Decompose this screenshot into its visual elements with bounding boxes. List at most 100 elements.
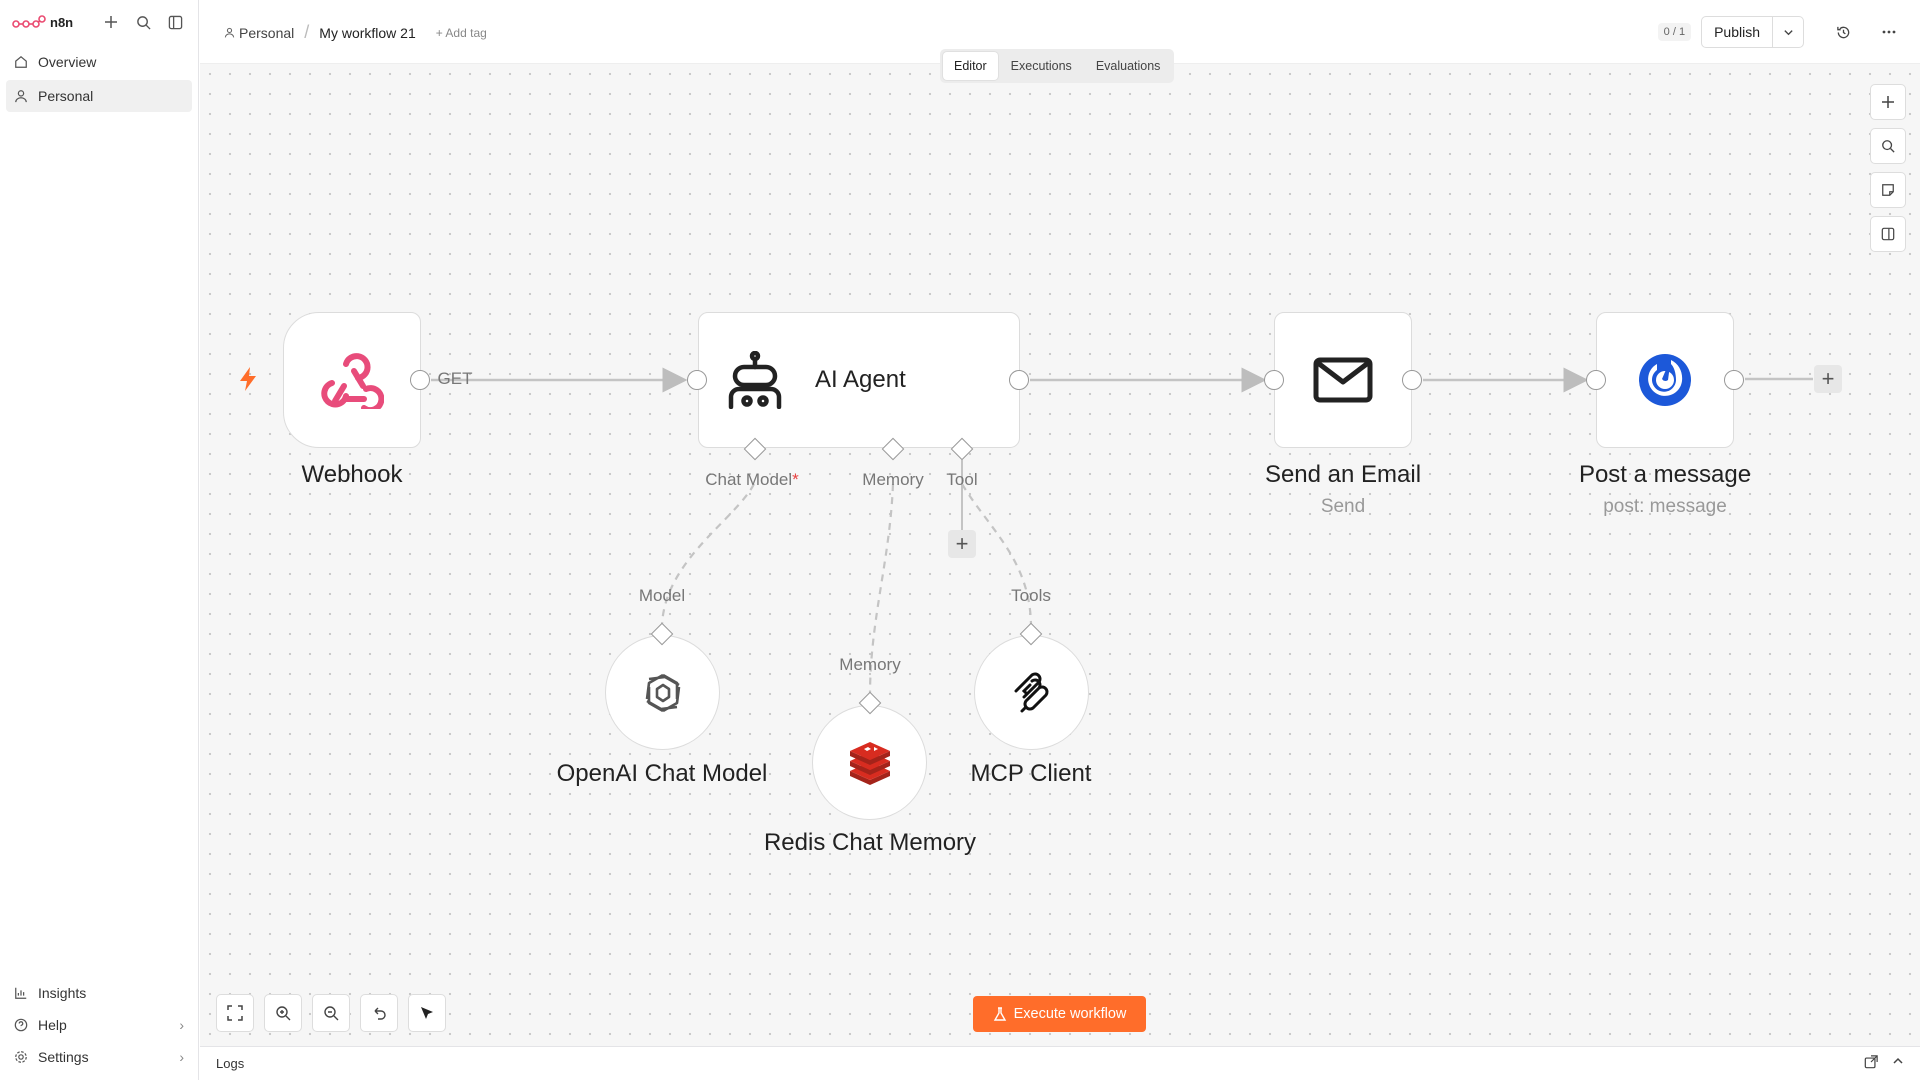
add-tag-button[interactable]: + Add tag [436,26,487,40]
sidebar-item-insights[interactable]: Insights [6,978,192,1008]
mcp-port-label: Tools [1011,586,1051,605]
sidebar-item-label: Settings [38,1049,89,1065]
workflow-name[interactable]: My workflow 21 [319,25,415,41]
post-message-node-title: Post a message [1578,461,1752,488]
chat-model-port-label: Chat Model* [705,470,799,489]
fit-view-icon[interactable] [216,994,254,1032]
sidebar-item-label: Help [38,1017,67,1033]
side-panel-icon[interactable] [1870,216,1906,252]
add-node-icon[interactable] [1870,84,1906,120]
chevron-up-icon[interactable] [1892,1055,1904,1072]
sidebar-item-label: Insights [38,985,87,1001]
chart-icon [15,987,27,999]
sidebar-item-help[interactable]: Help › [6,1010,192,1040]
add-tool-button[interactable]: + [948,530,976,558]
redis-port-label: Memory [839,655,901,674]
publish-button[interactable]: Publish [1702,17,1773,47]
openai-icon [645,673,680,712]
logs-bar[interactable]: Logs [200,1046,1920,1080]
openai-port-label: Model [638,586,686,605]
canvas-right-toolbar [1870,84,1906,252]
sidebar-header: n8n [0,0,198,44]
post-message-node[interactable] [1596,312,1734,448]
redis-chat-memory-node[interactable] [812,705,927,820]
add-icon[interactable] [100,11,122,33]
breadcrumb: Personal / My workflow 21 + Add tag [224,22,487,43]
ai-agent-node[interactable]: AI Agent [698,312,1020,448]
webhook-node[interactable] [283,312,421,448]
user-icon [15,90,27,103]
robot-icon [728,351,782,409]
ai-agent-output-port[interactable] [1009,370,1029,390]
mcp-client-node[interactable] [974,635,1089,750]
ai-agent-input-port[interactable] [687,370,707,390]
search-nodes-icon[interactable] [1870,128,1906,164]
home-icon [15,55,27,68]
lightning-icon [237,366,259,397]
webhook-method-label: GET [437,369,473,388]
post-message-input-port[interactable] [1586,370,1606,390]
tab-evaluations[interactable]: Evaluations [1085,52,1172,80]
sticky-note-icon[interactable] [1870,172,1906,208]
send-email-output-port[interactable] [1402,370,1422,390]
sidebar-item-label: Overview [38,54,97,70]
sidebar-item-settings[interactable]: Settings › [6,1042,192,1072]
openai-chat-model-node[interactable] [605,635,720,750]
n8n-logo[interactable]: n8n [12,15,73,30]
sidebar: n8n Overview Personal Insights Help › Se… [0,0,199,1080]
gear-icon [15,1051,27,1063]
cursor-icon[interactable] [408,994,446,1032]
ai-agent-node-title: AI Agent [815,366,906,393]
send-email-input-port[interactable] [1264,370,1284,390]
popout-icon[interactable] [1864,1055,1878,1072]
chevron-right-icon: › [179,1049,184,1065]
history-icon[interactable] [1832,21,1854,43]
memory-port-label: Memory [862,470,924,489]
send-email-node[interactable] [1274,312,1412,448]
openai-node-title: OpenAI Chat Model [556,760,768,787]
chevron-down-icon[interactable] [1773,17,1803,47]
canvas-bottom-toolbar [216,994,446,1032]
sidebar-item-overview[interactable]: Overview [6,46,192,78]
undo-icon[interactable] [360,994,398,1032]
breadcrumb-project[interactable]: Personal [224,25,294,41]
envelope-icon [1313,357,1373,403]
execute-workflow-label: Execute workflow [1013,1006,1127,1022]
search-icon[interactable] [132,11,154,33]
send-email-node-title: Send an Email [1264,461,1422,488]
mattermost-icon [1639,354,1691,406]
redis-node-title: Redis Chat Memory [763,829,977,856]
n8n-logo-icon [12,15,46,28]
execute-workflow-button[interactable]: Execute workflow [973,996,1146,1032]
logs-label: Logs [216,1056,245,1071]
chevron-right-icon: › [179,1017,184,1033]
workflow-canvas[interactable] [200,64,1920,1046]
sidebar-item-label: Personal [38,88,94,104]
version-counter: 0 / 1 [1657,23,1692,41]
send-email-node-subtitle: Send [1320,496,1366,517]
post-message-output-port[interactable] [1724,370,1744,390]
more-icon[interactable] [1878,21,1900,43]
help-icon [14,1018,28,1032]
webhook-icon [321,353,384,409]
view-tabs: Editor Executions Evaluations [940,49,1175,83]
breadcrumb-separator: / [304,22,310,42]
add-node-button[interactable]: + [1814,365,1842,393]
flask-icon [993,1007,1006,1021]
zoom-out-icon[interactable] [312,994,350,1032]
tool-port-label: Tool [946,470,978,489]
tab-editor[interactable]: Editor [943,52,998,80]
zoom-in-icon[interactable] [264,994,302,1032]
webhook-output-port[interactable] [410,370,430,390]
project-name: Personal [239,24,295,41]
collapse-sidebar-icon[interactable] [164,11,186,33]
user-icon [224,27,235,38]
publish-group: Publish [1701,16,1804,48]
mcp-node-title: MCP Client [970,760,1092,787]
mcp-icon [1014,672,1048,712]
logo-text: n8n [50,14,74,30]
sidebar-item-personal[interactable]: Personal [6,80,192,112]
post-message-node-subtitle: post: message [1603,496,1727,517]
tab-executions[interactable]: Executions [1000,52,1083,80]
redis-icon [849,741,890,785]
